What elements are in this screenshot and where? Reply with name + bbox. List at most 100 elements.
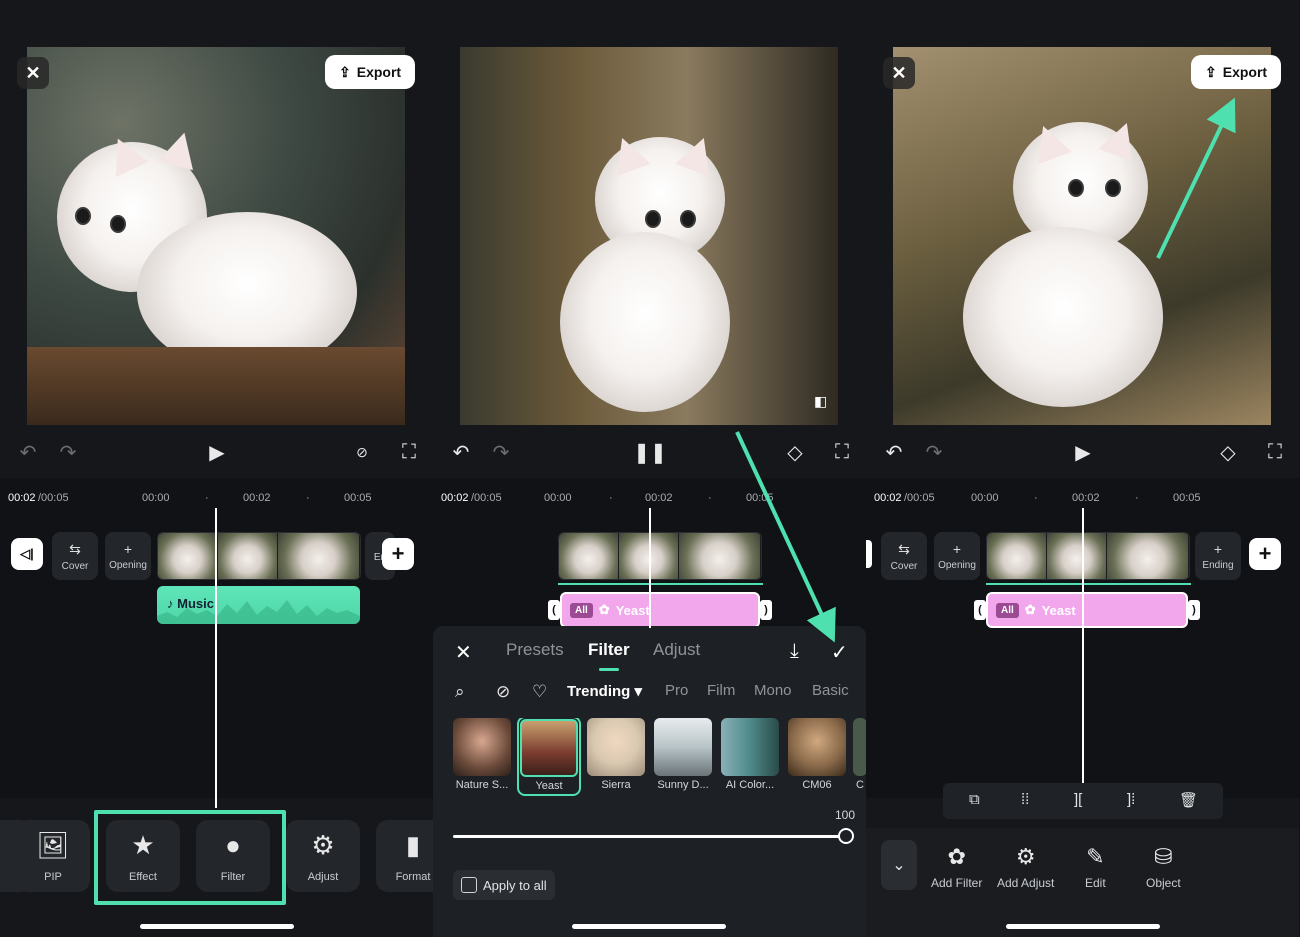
tick-dot: · — [205, 492, 209, 504]
filter-item[interactable]: Nature S... — [453, 718, 511, 796]
fullscreen-icon[interactable]: ⛶ — [1261, 438, 1289, 466]
trim-handle-right[interactable]: ) — [760, 600, 772, 620]
intensity-slider[interactable] — [453, 835, 843, 838]
checkbox[interactable] — [461, 877, 477, 893]
editor-panel-3: ✕ ⇪ Export ↶ ↷ ▶ ◇ ⛶ 00:02 /00:05 00:00 … — [866, 0, 1299, 937]
filter-item[interactable]: Sunny D... — [654, 718, 712, 796]
redo-icon[interactable]: ↷ — [920, 438, 948, 466]
filter-label: Sunny D... — [657, 779, 709, 791]
trim-end-icon[interactable]: ]⁞ — [1127, 791, 1135, 808]
hdr-off-icon[interactable]: ⊘ — [348, 438, 376, 466]
adjust-tool[interactable]: ⚙ Adjust — [286, 820, 360, 892]
filter-item[interactable]: C — [853, 718, 866, 796]
close-button[interactable]: ✕ — [17, 57, 49, 89]
add-filter-tool[interactable]: ✿ Add Filter — [931, 844, 982, 890]
keyframe-icon[interactable]: ◇ — [781, 438, 809, 466]
volume-icon: ◁| — [20, 546, 34, 561]
opening-button[interactable]: + Opening — [934, 532, 980, 580]
undo-icon[interactable]: ↶ — [14, 438, 42, 466]
filter-track[interactable]: All ✿ Yeast — [560, 592, 760, 628]
current-time: 00:02 — [874, 492, 902, 504]
split-icon[interactable]: ][ — [1074, 791, 1082, 808]
category-film[interactable]: Film — [707, 682, 735, 699]
playhead[interactable] — [1082, 508, 1084, 783]
playback-controls: ↶ ↷ ▶ ◇ ⛶ — [866, 438, 1299, 466]
add-clip-button[interactable]: + — [382, 538, 414, 570]
fullscreen-icon[interactable]: ⛶ — [395, 438, 423, 466]
filter-item[interactable]: CM06 — [788, 718, 846, 796]
close-button[interactable]: ✕ — [883, 57, 915, 89]
opening-label: Opening — [109, 560, 147, 571]
favorite-icon[interactable]: ♡ — [532, 682, 547, 702]
category-basic[interactable]: Basic — [812, 682, 849, 699]
filter-item[interactable]: AI Color... — [721, 718, 779, 796]
tab-presets[interactable]: Presets — [506, 640, 564, 660]
keyframe-icon[interactable]: ◇ — [1214, 438, 1242, 466]
fullscreen-icon[interactable]: ⛶ — [828, 438, 856, 466]
tick-dot: · — [1034, 492, 1038, 504]
category-mono[interactable]: Mono — [754, 682, 792, 699]
add-clip-button[interactable]: + — [1249, 538, 1281, 570]
video-clip-strip[interactable] — [986, 532, 1190, 580]
video-clip-strip[interactable] — [157, 532, 361, 580]
filter-item-selected[interactable]: Yeast — [517, 718, 581, 796]
tab-adjust[interactable]: Adjust — [653, 640, 700, 660]
clip-underline — [986, 583, 1191, 585]
none-icon[interactable]: ⊘ — [496, 682, 510, 702]
category-trending[interactable]: Trending ▾ — [567, 682, 642, 700]
duplicate-icon[interactable]: ⧉ — [969, 791, 980, 808]
add-adjust-tool[interactable]: ⚙ Add Adjust — [997, 844, 1054, 890]
close-icon[interactable]: ✕ — [455, 640, 472, 665]
trim-handle-right[interactable]: ) — [1188, 600, 1200, 620]
opening-button[interactable]: + Opening — [105, 532, 151, 580]
redo-icon[interactable]: ↷ — [54, 438, 82, 466]
search-icon[interactable]: ⌕ — [455, 682, 465, 702]
apply-to-all-button[interactable]: Apply to all — [453, 870, 555, 900]
format-tool[interactable]: ▮ Format — [376, 820, 433, 892]
cat-eye — [75, 207, 91, 225]
music-track[interactable]: ♪ Music — [157, 586, 360, 624]
ending-button[interactable]: + Ending — [1195, 532, 1241, 580]
plus-icon: + — [952, 541, 962, 557]
slider-handle[interactable] — [838, 828, 854, 844]
cat-eye — [1105, 179, 1121, 197]
filter-panel: ✕ Presets Filter Adjust ⤓ ✓ ⌕ ⊘ ♡ Trendi… — [433, 626, 866, 937]
export-label: Export — [1222, 64, 1268, 80]
tab-filter[interactable]: Filter — [588, 640, 630, 660]
delete-icon[interactable]: 🗑 — [1179, 791, 1198, 809]
edit-tool[interactable]: ✎ Edit — [1085, 844, 1106, 890]
trim-handle-left[interactable]: ( — [548, 600, 560, 620]
plus-icon: + — [391, 541, 405, 566]
undo-icon[interactable]: ↶ — [447, 438, 475, 466]
filter-track[interactable]: All ✿ Yeast — [986, 592, 1188, 628]
video-preview — [893, 47, 1271, 425]
cat-body — [560, 232, 730, 412]
cover-button[interactable]: ⇆ Cover — [881, 532, 927, 580]
play-icon[interactable]: ▶ — [203, 438, 231, 466]
play-icon[interactable]: ▶ — [1069, 438, 1097, 466]
all-badge: All — [996, 602, 1019, 618]
category-pro[interactable]: Pro — [665, 682, 688, 699]
undo-icon[interactable]: ↶ — [880, 438, 908, 466]
export-button[interactable]: ⇪ Export — [1191, 55, 1282, 89]
mute-toggle[interactable]: ◁| — [11, 538, 43, 570]
filter-item[interactable]: Sierra — [587, 718, 645, 796]
confirm-check-icon[interactable]: ✓ — [831, 640, 848, 665]
playhead[interactable] — [215, 508, 217, 808]
trim-start-icon[interactable]: ⁞⁞ — [1021, 791, 1029, 808]
video-preview: ◧ — [460, 47, 838, 425]
pause-icon[interactable]: ❚❚ — [633, 438, 667, 466]
video-clip-strip[interactable] — [558, 532, 762, 580]
cover-button[interactable]: ⇆ Cover — [52, 532, 98, 580]
filter-add-icon: ✿ — [947, 844, 966, 869]
collapse-button[interactable]: ⌄ — [881, 840, 917, 890]
object-tool[interactable]: ⛁ Object — [1146, 844, 1181, 890]
tick-label: 00:02 — [243, 492, 271, 504]
pip-tool[interactable]: 🖼 PIP — [16, 820, 90, 892]
export-button[interactable]: ⇪ Export — [325, 55, 416, 89]
compare-icon[interactable]: ◧ — [814, 393, 830, 409]
download-icon[interactable]: ⤓ — [790, 640, 799, 663]
playhead[interactable] — [649, 508, 651, 628]
trim-handle-left[interactable]: ( — [974, 600, 986, 620]
redo-icon[interactable]: ↷ — [487, 438, 515, 466]
